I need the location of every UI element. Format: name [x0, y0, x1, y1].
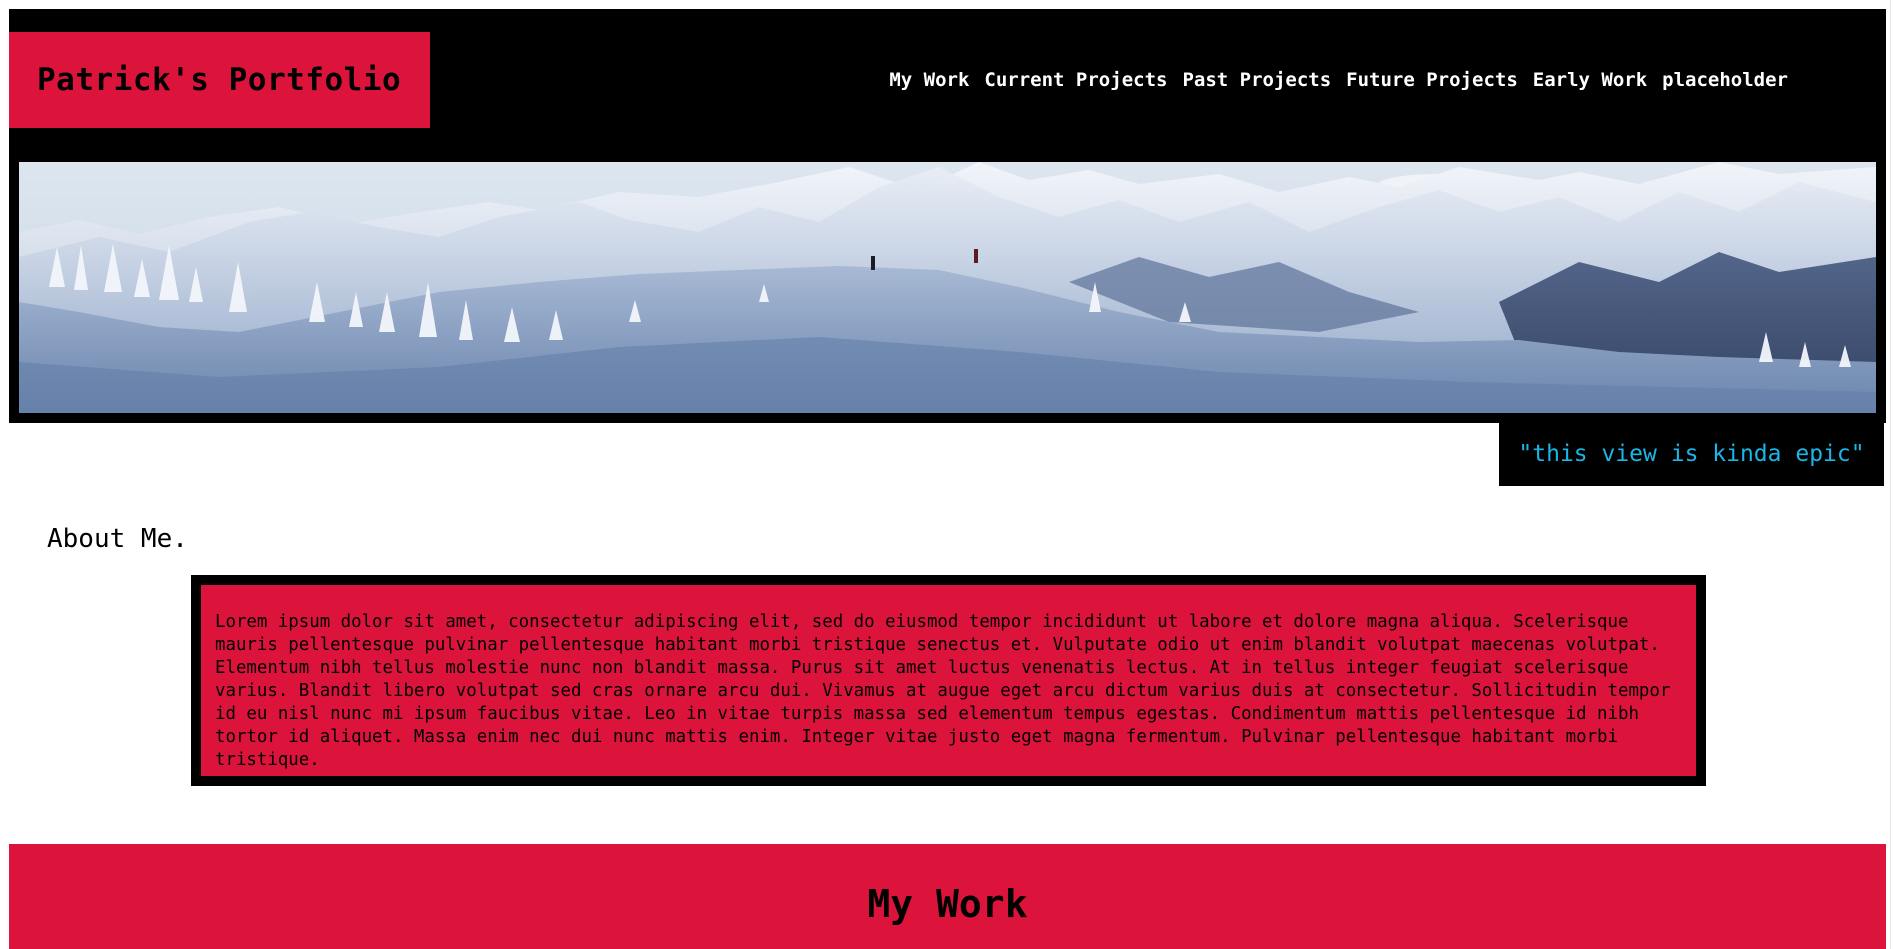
site-brand[interactable]: Patrick's Portfolio	[9, 32, 430, 128]
my-work-heading: My Work	[867, 882, 1028, 926]
about-text: Lorem ipsum dolor sit amet, consectetur …	[191, 575, 1706, 786]
about-heading: About Me.	[47, 524, 188, 554]
my-work-section: My Work	[9, 844, 1886, 949]
nav-item-placeholder[interactable]: placeholder	[1662, 69, 1788, 91]
nav-item-current-projects[interactable]: Current Projects	[984, 69, 1167, 91]
hero-caption: "this view is kinda epic"	[1499, 422, 1884, 486]
main-nav: My Work Current Projects Past Projects F…	[889, 69, 1788, 91]
site-header: Patrick's Portfolio My Work Current Proj…	[9, 9, 1886, 159]
hero-banner	[9, 152, 1886, 423]
nav-item-future-projects[interactable]: Future Projects	[1346, 69, 1518, 91]
page-scrollbar[interactable]	[1890, 0, 1899, 949]
hero-mountain-image	[19, 162, 1876, 413]
nav-item-early-work[interactable]: Early Work	[1533, 69, 1647, 91]
nav-item-my-work[interactable]: My Work	[889, 69, 969, 91]
nav-item-past-projects[interactable]: Past Projects	[1182, 69, 1331, 91]
portfolio-page: Patrick's Portfolio My Work Current Proj…	[0, 0, 1899, 949]
mountain-panorama-illustration	[19, 162, 1876, 413]
